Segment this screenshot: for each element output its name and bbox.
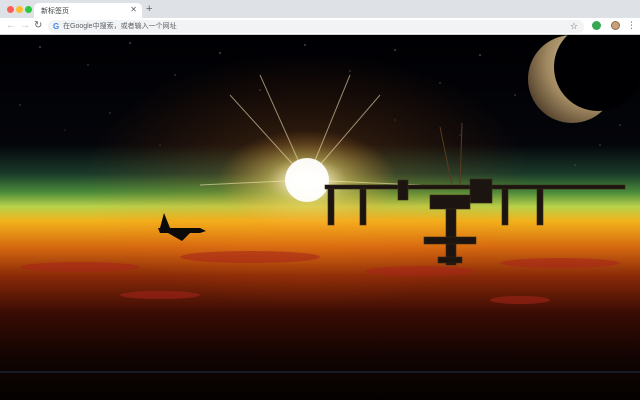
browser-chrome: 新标签页 ✕ + ← → ↻ G 在Google中搜索，或者输入一个网址 ☆ ⋮ xyxy=(0,0,640,35)
tab-strip: 新标签页 ✕ + xyxy=(0,0,640,18)
google-icon: G xyxy=(53,22,60,31)
close-icon[interactable]: ✕ xyxy=(130,5,137,15)
avatar-icon[interactable] xyxy=(611,21,620,30)
reload-icon[interactable]: ↻ xyxy=(34,20,42,32)
wallpaper xyxy=(0,35,640,400)
plus-icon[interactable]: + xyxy=(146,3,152,16)
window-maximize-button[interactable] xyxy=(25,6,32,13)
extension-icon[interactable] xyxy=(592,21,601,30)
toolbar: ← → ↻ G 在Google中搜索，或者输入一个网址 ☆ xyxy=(0,18,640,35)
omnibox-placeholder: 在Google中搜索，或者输入一个网址 xyxy=(63,23,177,30)
arrow-left-icon[interactable]: ← xyxy=(6,20,16,32)
window-minimize-button[interactable] xyxy=(16,6,23,13)
sun xyxy=(285,158,329,202)
horizon-line xyxy=(0,371,640,373)
wallpaper-scene xyxy=(0,35,640,400)
tab-new-tab[interactable]: 新标签页 ✕ xyxy=(34,3,142,18)
omnibox[interactable]: G 在Google中搜索，或者输入一个网址 ☆ xyxy=(48,20,584,33)
star-icon[interactable]: ☆ xyxy=(570,21,578,32)
more-vert-icon[interactable]: ⋮ xyxy=(627,20,636,31)
window-close-button[interactable] xyxy=(7,6,14,13)
tab-title: 新标签页 xyxy=(41,8,69,15)
arrow-right-icon[interactable]: → xyxy=(20,20,30,32)
